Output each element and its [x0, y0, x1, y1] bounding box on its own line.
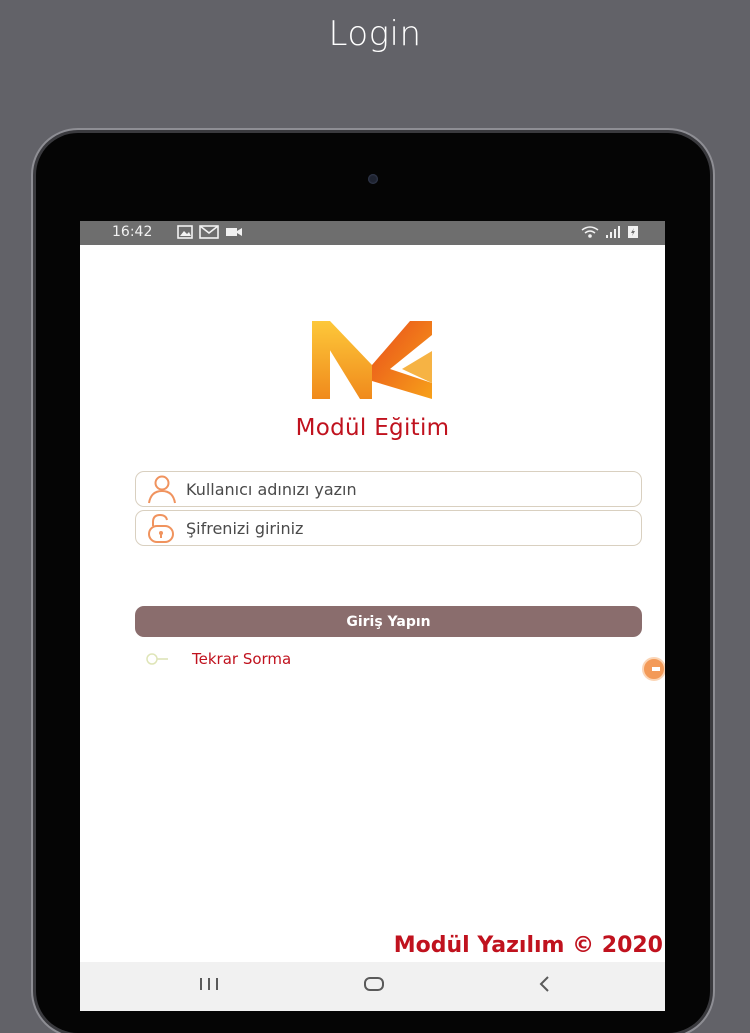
- floating-action-button[interactable]: [642, 657, 665, 681]
- camera-icon: [368, 174, 378, 184]
- login-button[interactable]: Giriş Yapın: [135, 606, 642, 637]
- brand-title: Modül Eğitim: [295, 415, 450, 441]
- remember-toggle[interactable]: Tekrar Sorma: [146, 649, 291, 669]
- signal-icon: [606, 226, 620, 238]
- status-bar: 16:42: [80, 221, 665, 245]
- back-icon[interactable]: [534, 974, 556, 994]
- password-input[interactable]: [186, 515, 626, 541]
- password-field: [135, 510, 642, 546]
- device-screen: 16:42 Modül Eğitim Kullanıcı adınızı yaz…: [80, 221, 665, 1011]
- navigation-bar: [80, 962, 665, 1011]
- remember-label: Tekrar Sorma: [192, 650, 292, 668]
- battery-icon: [628, 226, 638, 238]
- footer-copyright: Modül Yazılım © 2020: [393, 933, 663, 958]
- status-time: 16:42: [112, 224, 153, 240]
- user-icon: [148, 475, 176, 504]
- toggle-switch-icon[interactable]: [146, 652, 170, 666]
- wifi-icon: [581, 226, 599, 238]
- home-icon[interactable]: [363, 974, 385, 994]
- tablet-frame: 16:42 Modül Eğitim Kullanıcı adınızı yaz…: [36, 133, 710, 1033]
- lock-icon: [148, 513, 174, 543]
- modul-logo-icon: [312, 321, 432, 399]
- username-field: [135, 471, 642, 507]
- username-input[interactable]: [186, 476, 626, 502]
- mail-icon: [199, 225, 219, 239]
- video-icon: [226, 228, 242, 236]
- image-icon: [177, 225, 193, 239]
- recent-apps-icon[interactable]: [198, 974, 220, 994]
- page-caption: Login: [328, 14, 422, 54]
